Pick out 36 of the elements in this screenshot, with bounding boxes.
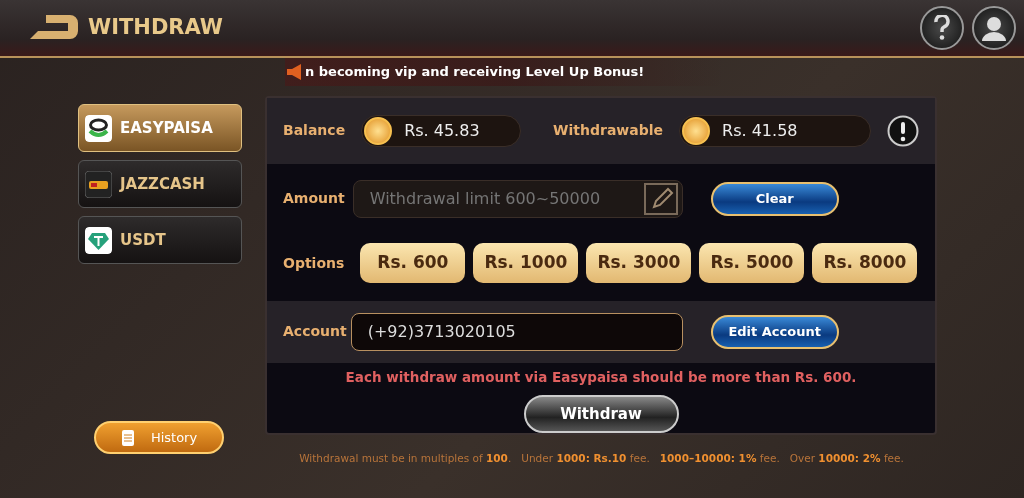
- warning-text: Each withdraw amount via Easypaisa should be more than Rs. 600.: [344, 367, 858, 387]
- withdraw-button[interactable]: Withdraw: [523, 395, 679, 433]
- amount-option-button[interactable]: Rs. 600: [360, 243, 466, 284]
- amount-field[interactable]: Withdrawal limit 600~50000: [352, 179, 683, 218]
- coin-icon: [682, 116, 711, 145]
- page-title: WITHDRAW: [88, 14, 223, 42]
- wallet-logo-icon: [85, 170, 112, 198]
- withdrawable-label: Withdrawable: [553, 121, 664, 141]
- edit-account-button[interactable]: Edit Account: [710, 314, 839, 349]
- amount-input[interactable]: Withdrawal limit 600~50000: [353, 185, 644, 212]
- amount-option-button[interactable]: Rs. 8000: [812, 243, 918, 284]
- account-label: Account: [283, 322, 347, 342]
- edit-icon[interactable]: [643, 182, 678, 215]
- payment-method-tab[interactable]: EASYPAISA: [78, 104, 242, 152]
- clear-button[interactable]: Clear: [710, 181, 839, 216]
- amount-option-button[interactable]: Rs. 5000: [699, 243, 805, 284]
- support-button[interactable]: [972, 6, 1016, 50]
- info-icon[interactable]: [887, 114, 919, 147]
- options-label: Options: [283, 253, 345, 273]
- balance-label: Balance: [283, 121, 346, 141]
- amount-option-button[interactable]: Rs. 3000: [586, 243, 692, 284]
- fee-note: Withdrawal must be in multiples of 100. Under 1000: Rs.10 fee. 1000–10000: 1% fee. Over 10000: 2% fee.: [298, 451, 905, 466]
- help-icon: [934, 15, 950, 41]
- withdrawable-display: Rs. 41.58: [679, 114, 871, 147]
- marquee-text: n becoming vip and receiving Level Up Bonus!: [305, 63, 645, 82]
- account-field[interactable]: (+92)3713020105: [350, 312, 683, 351]
- wallet-logo-icon: [85, 114, 112, 142]
- amount-label: Amount: [283, 189, 345, 208]
- payment-method-tab[interactable]: USDT: [78, 216, 242, 264]
- help-button[interactable]: [920, 6, 964, 50]
- tether-logo-icon: [85, 226, 112, 254]
- amount-option-button[interactable]: Rs. 1000: [473, 243, 579, 284]
- payment-method-tab[interactable]: JAZZCASH: [78, 160, 242, 208]
- document-icon: [120, 428, 135, 447]
- coin-icon: [364, 116, 393, 145]
- balance-display: Rs. 45.83: [361, 114, 522, 147]
